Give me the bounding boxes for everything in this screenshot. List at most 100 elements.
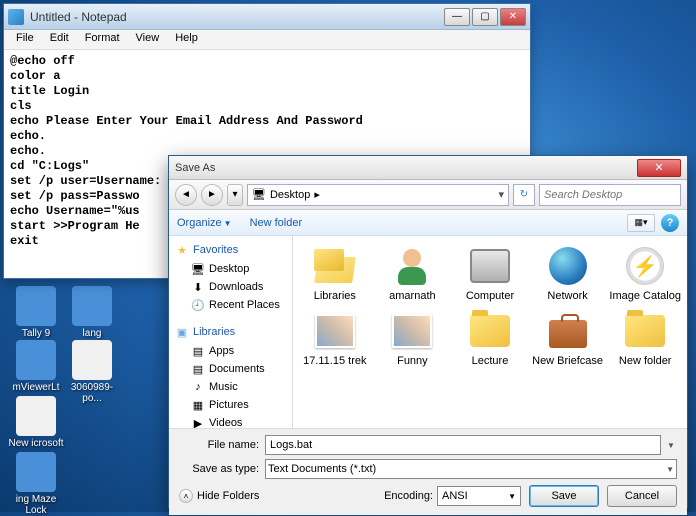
sidebar-item-videos[interactable]: ▶Videos: [169, 414, 292, 428]
saveas-sidebar: ★Favorites 🖥Desktop ⬇Downloads 🕘Recent P…: [169, 236, 293, 428]
sidebar-favorites-header[interactable]: ★Favorites: [169, 240, 292, 260]
hide-folders-button[interactable]: ˄Hide Folders: [179, 489, 259, 503]
music-icon: ♪: [191, 380, 205, 394]
saveas-navbar: ◄ ► ▾ 🖥 Desktop ▸ ▾ ↻: [169, 180, 687, 210]
file-label: Libraries: [298, 290, 372, 303]
file-item[interactable]: Lecture: [452, 307, 528, 370]
file-item[interactable]: New Briefcase: [530, 307, 606, 370]
desktop-icon-new[interactable]: New icrosoft ..: [6, 396, 66, 460]
file-item[interactable]: 17.11.15 trek: [297, 307, 373, 370]
sidebar-item-music[interactable]: ♪Music: [169, 378, 292, 396]
folder-icon: [623, 309, 667, 353]
desktop-icon: 🖥: [191, 262, 205, 276]
search-input[interactable]: [539, 184, 681, 206]
notepad-icon: [8, 9, 24, 25]
library-icon: ▣: [175, 325, 189, 339]
sidebar-item-desktop[interactable]: 🖥Desktop: [169, 260, 292, 278]
newfolder-button[interactable]: New folder: [250, 217, 303, 229]
file-label: Lecture: [453, 355, 527, 368]
file-label: 17.11.15 trek: [298, 355, 372, 368]
file-label: Computer: [453, 290, 527, 303]
photo-icon: [313, 309, 357, 353]
minimize-button[interactable]: —: [444, 8, 470, 26]
chevron-up-icon: ˄: [179, 489, 193, 503]
chevron-right-icon[interactable]: ▸: [314, 188, 320, 201]
menu-help[interactable]: Help: [167, 30, 206, 49]
saveastype-label: Save as type:: [179, 463, 259, 475]
sidebar-item-documents[interactable]: ▤Documents: [169, 360, 292, 378]
avatar-icon: [390, 244, 434, 288]
file-label: Image Catalog: [608, 290, 682, 303]
videos-icon: ▶: [191, 416, 205, 428]
sidebar-item-pictures[interactable]: ▦Pictures: [169, 396, 292, 414]
encoding-select[interactable]: ANSI▼: [437, 486, 521, 506]
saveas-titlebar[interactable]: Save As ✕: [169, 156, 687, 180]
cancel-button[interactable]: Cancel: [607, 485, 677, 507]
menu-file[interactable]: File: [8, 30, 42, 49]
refresh-button[interactable]: ↻: [513, 184, 535, 206]
filename-input[interactable]: [265, 435, 661, 455]
sidebar-item-downloads[interactable]: ⬇Downloads: [169, 278, 292, 296]
file-item[interactable]: Funny: [375, 307, 451, 370]
saveas-file-pane[interactable]: Libraries amarnathComputer Network ⚡ Image C…: [293, 236, 687, 428]
file-label: New folder: [608, 355, 682, 368]
saveas-bottom-panel: File name: ▼ Save as type: Text Document…: [169, 428, 687, 515]
filename-dropdown[interactable]: ▼: [667, 441, 677, 450]
file-item[interactable]: Network: [530, 242, 606, 305]
briefcase-icon: [546, 309, 590, 353]
notepad-titlebar[interactable]: Untitled - Notepad — ▢ ✕: [4, 4, 530, 30]
maximize-button[interactable]: ▢: [472, 8, 498, 26]
file-item[interactable]: New folder: [607, 307, 683, 370]
open-icon: [313, 244, 357, 288]
photo-icon: [390, 309, 434, 353]
nav-back-button[interactable]: ◄: [175, 184, 197, 206]
sidebar-item-apps[interactable]: ▤Apps: [169, 342, 292, 360]
pictures-icon: ▦: [191, 398, 205, 412]
globe-icon: [546, 244, 590, 288]
address-location: Desktop: [270, 189, 310, 201]
address-dropdown[interactable]: ▾: [498, 188, 504, 201]
catalog-icon: ⚡: [623, 244, 667, 288]
organize-button[interactable]: Organize▼: [177, 217, 232, 229]
folder-icon: [468, 309, 512, 353]
saveas-close-button[interactable]: ✕: [637, 159, 681, 177]
encoding-label: Encoding:: [384, 490, 433, 502]
desktop-icon-mazelock[interactable]: ing Maze Lock: [6, 452, 66, 516]
saveas-toolbar: Organize▼ New folder ▦▾ ?: [169, 210, 687, 236]
file-item[interactable]: Libraries: [297, 242, 373, 305]
help-button[interactable]: ?: [661, 214, 679, 232]
apps-icon: ▤: [191, 344, 205, 358]
file-label: Network: [531, 290, 605, 303]
file-label: amarnath: [376, 290, 450, 303]
menu-format[interactable]: Format: [77, 30, 128, 49]
menu-edit[interactable]: Edit: [42, 30, 77, 49]
file-label: New Briefcase: [531, 355, 605, 368]
view-options-button[interactable]: ▦▾: [627, 214, 655, 232]
sidebar-libraries-header[interactable]: ▣Libraries: [169, 322, 292, 342]
desktop-icon-tally9[interactable]: Tally 9: [6, 286, 66, 339]
notepad-menubar: File Edit Format View Help: [4, 30, 530, 50]
computer-icon: [468, 244, 512, 288]
saveas-dialog: Save As ✕ ◄ ► ▾ 🖥 Desktop ▸ ▾ ↻ Organize…: [168, 155, 688, 508]
download-icon: ⬇: [191, 280, 205, 294]
nav-forward-button[interactable]: ►: [201, 184, 223, 206]
desktop-icon-mviewer[interactable]: mViewerLt: [6, 340, 66, 393]
save-button[interactable]: Save: [529, 485, 599, 507]
file-item[interactable]: Computer: [452, 242, 528, 305]
nav-history-button[interactable]: ▾: [227, 184, 243, 206]
address-bar[interactable]: 🖥 Desktop ▸ ▾: [247, 184, 509, 206]
desktop-icon-lang[interactable]: lang: [62, 286, 122, 339]
file-item[interactable]: amarnath: [375, 242, 451, 305]
close-button[interactable]: ✕: [500, 8, 526, 26]
file-item[interactable]: ⚡ Image Catalog: [607, 242, 683, 305]
filename-label: File name:: [179, 439, 259, 451]
sidebar-item-recent[interactable]: 🕘Recent Places: [169, 296, 292, 314]
desktop-icon-3060989[interactable]: 3060989-po...: [62, 340, 122, 404]
desktop-icon: 🖥: [252, 188, 266, 201]
file-label: Funny: [376, 355, 450, 368]
star-icon: ★: [175, 243, 189, 257]
saveastype-select[interactable]: Text Documents (*.txt)▼: [265, 459, 677, 479]
recent-icon: 🕘: [191, 298, 205, 312]
menu-view[interactable]: View: [128, 30, 168, 49]
documents-icon: ▤: [191, 362, 205, 376]
